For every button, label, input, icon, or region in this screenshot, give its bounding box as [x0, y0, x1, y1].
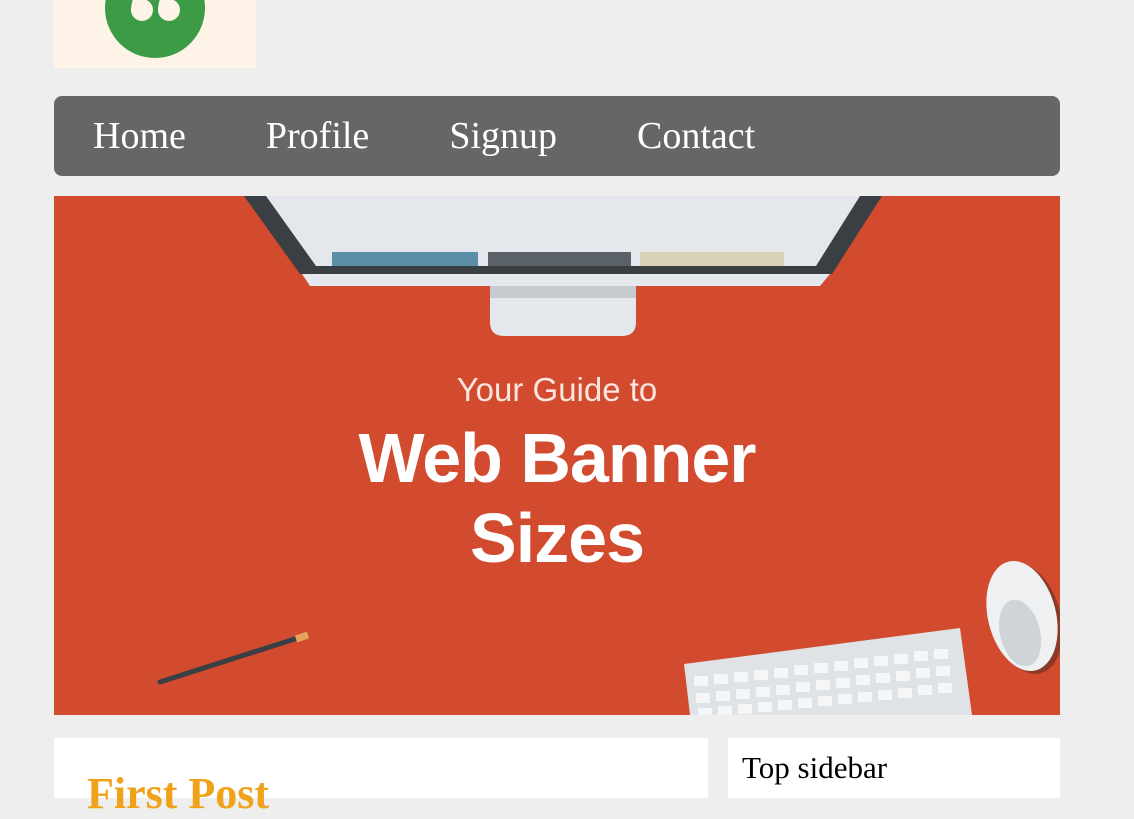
banner-title: Web Banner Sizes	[54, 418, 1060, 578]
post-title[interactable]: First Post	[87, 768, 269, 819]
banner-title-line2: Sizes	[470, 499, 645, 577]
banner-title-line1: Web Banner	[358, 419, 756, 497]
hero-banner: Your Guide to Web Banner Sizes	[54, 196, 1060, 715]
screen-tile-beige	[640, 252, 784, 266]
monitor-chin	[302, 274, 830, 286]
screen-tile-gray	[488, 252, 631, 266]
nav-link-contact[interactable]: Contact	[637, 96, 755, 176]
banner-subtitle: Your Guide to	[456, 371, 658, 408]
pencil-tip	[294, 631, 310, 643]
site-logo[interactable]	[54, 0, 256, 68]
quote-icon	[105, 0, 205, 58]
sidebar: Top sidebar	[728, 738, 1060, 798]
pencil	[157, 633, 307, 685]
nav-link-home[interactable]: Home	[93, 96, 186, 176]
nav-link-signup[interactable]: Signup	[449, 96, 557, 176]
main-content: First Post	[54, 738, 708, 818]
nav-link-profile[interactable]: Profile	[266, 96, 369, 176]
sidebar-title: Top sidebar	[742, 750, 888, 785]
main-navigation: Home Profile Signup Contact	[54, 96, 1060, 176]
screen-tile-blue	[332, 252, 478, 266]
